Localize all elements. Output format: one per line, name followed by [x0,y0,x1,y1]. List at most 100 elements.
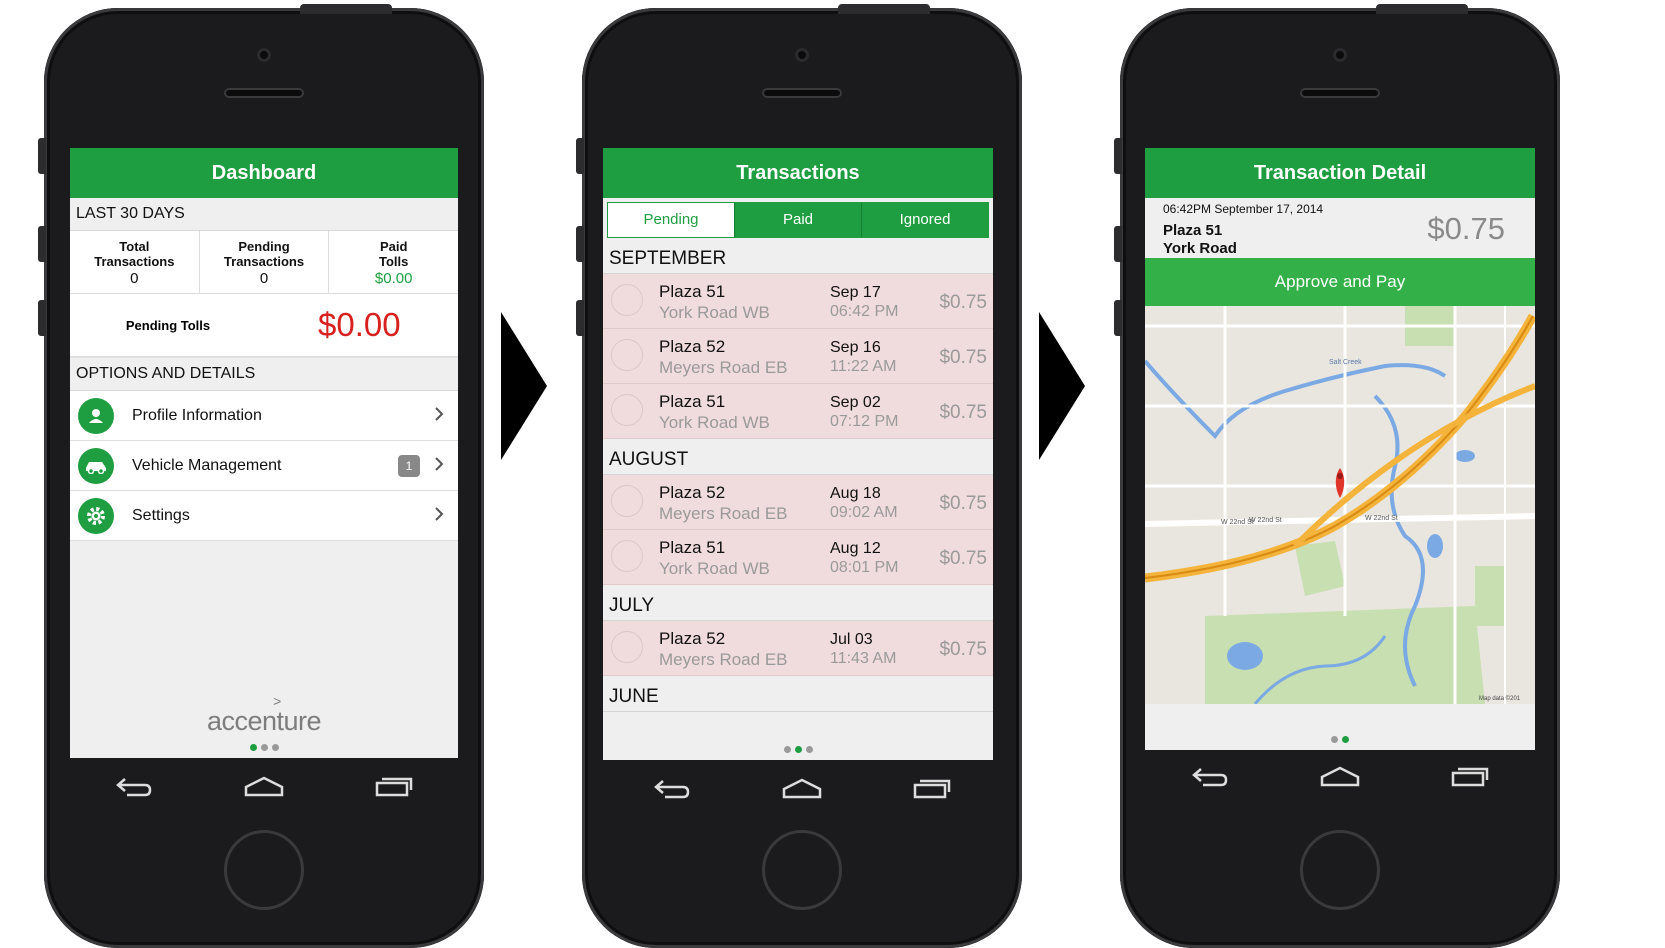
tab-ignored[interactable]: Ignored [861,203,988,237]
front-camera [257,48,271,62]
pending-tolls-row[interactable]: Pending Tolls $0.00 [70,294,458,357]
transaction-road: York Road WB [659,559,770,578]
select-checkbox[interactable] [611,631,643,663]
android-nav-bar [608,766,996,810]
flow-arrow-2 [1039,312,1085,460]
transaction-row[interactable]: Plaza 51 York Road WB Aug 12 08:01 PM $0.75 [603,530,993,585]
volume-down-button [576,300,584,336]
dashboard-screen: Dashboard LAST 30 DAYS Total Transaction… [70,148,458,758]
map-label-w-22nd-st: W 22nd St [1249,517,1282,524]
transaction-amount: $0.75 [939,493,987,514]
home-icon[interactable] [782,777,822,799]
stat-total-transactions[interactable]: Total Transactions 0 [70,231,200,293]
back-icon[interactable] [653,777,691,799]
page-dot [271,744,279,751]
option-vehicle-management[interactable]: Vehicle Management 1 [70,441,458,491]
page-dot [805,746,813,753]
transaction-amount: $0.75 [939,548,987,569]
home-button[interactable] [762,830,842,910]
month-header: SEPTEMBER [603,238,993,274]
home-button[interactable] [1300,830,1380,910]
mute-switch [38,138,46,174]
recent-apps-icon[interactable] [375,775,413,797]
power-button [1376,4,1468,14]
transaction-row[interactable]: Plaza 51 York Road WB Sep 02 07:12 PM $0.75 [603,384,993,439]
transaction-row[interactable]: Plaza 52 Meyers Road EB Sep 16 11:22 AM $0.7… [603,329,993,384]
stat-label: Transactions [94,254,175,269]
option-label: Profile Information [132,406,262,424]
power-button [838,4,930,14]
volume-up-button [38,226,46,262]
select-checkbox[interactable] [611,339,643,371]
select-checkbox[interactable] [611,485,643,517]
recent-apps-icon[interactable] [913,777,951,799]
transaction-plaza: Plaza 52 [659,629,726,648]
transaction-tabs: Pending Paid Ignored [607,202,989,238]
home-icon[interactable] [1320,765,1360,787]
transaction-amount: $0.75 [1427,211,1505,246]
transaction-road: York Road WB [659,413,770,432]
stat-paid-tolls[interactable]: Paid Tolls $0.00 [329,231,458,293]
map-label-salt-creek: Salt Creek [1329,359,1362,366]
page-dot-active [1342,736,1349,743]
transaction-road: York Road WB [659,303,770,322]
section-header-options: OPTIONS AND DETAILS [70,357,458,391]
stat-label: Total [119,239,150,254]
tab-pending[interactable]: Pending [608,203,734,237]
front-camera [795,48,809,62]
logo-mark: > [273,693,281,709]
select-checkbox[interactable] [611,284,643,316]
stats-row: Total Transactions 0 Pending Transaction… [70,231,458,294]
home-icon[interactable] [244,775,284,797]
transaction-road: Meyers Road EB [659,358,788,377]
month-header: AUGUST [603,439,993,475]
phone-transactions: Transactions Pending Paid Ignored SEPTEM… [576,4,1022,948]
transaction-amount: $0.75 [939,292,987,313]
front-camera [1333,48,1347,62]
volume-down-button [38,300,46,336]
option-profile-information[interactable]: Profile Information [70,391,458,441]
transactions-screen: Transactions Pending Paid Ignored SEPTEM… [603,148,993,760]
tab-paid[interactable]: Paid [734,203,861,237]
transaction-date: Sep 16 [830,339,881,356]
transaction-row[interactable]: Plaza 51 York Road WB Sep 17 06:42 PM $0.75 [603,274,993,329]
page-indicator [603,740,993,758]
select-checkbox[interactable] [611,394,643,426]
transaction-date: Sep 17 [830,284,881,301]
stat-pending-transactions[interactable]: Pending Transactions 0 [200,231,330,293]
month-header: JUNE [603,676,993,712]
transaction-date: Aug 12 [830,540,881,557]
transaction-timestamp: 06:42PM September 17, 2014 [1163,202,1324,216]
transaction-plaza: Plaza 51 [1163,222,1223,239]
transaction-list: SEPTEMBER Plaza 51 York Road WB Sep 17 06:42… [603,238,993,712]
phone-transaction-detail: Transaction Detail 06:42PM September 17,… [1114,4,1560,948]
page-indicator [1145,730,1535,748]
transaction-row[interactable]: Plaza 52 Meyers Road EB Aug 18 09:02 AM $0.7… [603,475,993,530]
transaction-amount: $0.75 [939,639,987,660]
transaction-time: 09:02 AM [830,504,898,521]
transaction-road: Meyers Road EB [659,504,788,523]
transaction-road: York Road [1163,240,1237,257]
stat-value: $0.00 [374,270,413,287]
mute-switch [1114,138,1122,174]
count-badge: 1 [398,455,420,477]
location-map[interactable]: Salt Creek W 22nd St W 22nd St W 22nd St… [1145,306,1535,704]
map-attribution: Map data ©201 [1479,695,1521,702]
recent-apps-icon[interactable] [1451,765,1489,787]
home-button[interactable] [224,830,304,910]
approve-and-pay-button[interactable]: Approve and Pay [1145,258,1535,306]
select-checkbox[interactable] [611,540,643,572]
back-icon[interactable] [115,775,153,797]
page-dot [1331,736,1338,743]
transaction-summary: 06:42PM September 17, 2014 Plaza 51 York… [1145,198,1535,258]
transaction-row[interactable]: Plaza 52 Meyers Road EB Jul 03 11:43 AM $0.7… [603,621,993,676]
option-label: Vehicle Management [132,456,282,474]
phone-dashboard: Dashboard LAST 30 DAYS Total Transaction… [38,4,484,948]
stat-label: Paid [379,239,408,254]
back-icon[interactable] [1191,765,1229,787]
transaction-time: 11:22 AM [830,358,897,375]
transaction-time: 07:12 PM [830,413,899,430]
chevron-right-icon [435,507,444,521]
page-title: Dashboard [70,148,458,198]
option-settings[interactable]: Settings [70,491,458,541]
